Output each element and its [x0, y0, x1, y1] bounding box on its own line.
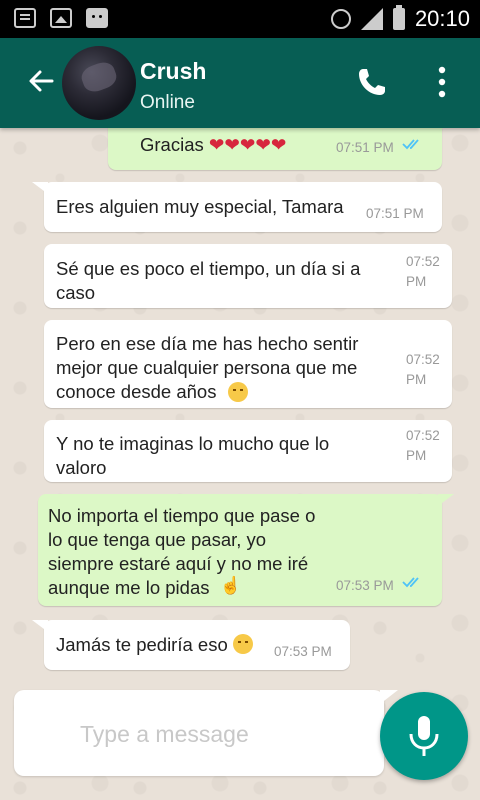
message-text: Gracias	[140, 134, 204, 155]
pensive-face-emoji-icon	[232, 634, 253, 654]
signal-icon	[360, 8, 383, 30]
message-text: Jamás te pediría eso	[56, 634, 228, 655]
message-time: 07:53 PM	[274, 644, 332, 659]
message-time: 07:51 PM	[336, 140, 394, 155]
message-time: 07:52 PM	[406, 254, 440, 289]
contact-name[interactable]: Crush	[140, 58, 206, 85]
message-time: 07:51 PM	[366, 206, 424, 221]
message-text: Eres alguien muy especial, Tamara	[56, 196, 344, 217]
more-options-icon[interactable]	[432, 64, 452, 100]
message-composer	[14, 690, 398, 776]
message-input[interactable]	[78, 714, 372, 754]
pensive-face-emoji-icon	[228, 382, 248, 402]
double-check-read-icon	[402, 139, 419, 150]
message-bubble-incoming[interactable]: Pero en ese día me has hecho sentir mejo…	[44, 320, 452, 408]
message-bubble-incoming[interactable]: Eres alguien muy especial, Tamara 07:51 …	[32, 182, 442, 232]
microphone-icon	[409, 716, 439, 756]
message-time: 07:53 PM	[336, 578, 394, 593]
message-text: Y no te imaginas lo mucho que lo valoro	[56, 433, 330, 478]
message-text: No importa el tiempo que pase o lo que t…	[48, 505, 316, 598]
back-arrow-icon[interactable]	[26, 66, 56, 96]
message-bubble-outgoing[interactable]: No importa el tiempo que pase o lo que t…	[38, 494, 454, 606]
chat-header: Crush Online	[0, 38, 480, 128]
heart-emoji-icons: ❤❤❤❤❤	[208, 134, 287, 155]
contact-status: Online	[140, 92, 195, 113]
message-bubble-incoming[interactable]: Sé que es poco el tiempo, un día si a ca…	[44, 244, 452, 308]
message-text: Pero en ese día me has hecho sentir mejo…	[56, 333, 359, 402]
image-notification-icon	[50, 8, 72, 28]
message-bubble-incoming[interactable]: Jamás te pediría eso 07:53 PM	[32, 620, 350, 670]
message-time: 07:52 PM	[406, 428, 440, 463]
bbm-notification-icon	[86, 8, 108, 28]
voice-record-button[interactable]	[380, 692, 468, 780]
message-time: 07:52 PM	[406, 352, 440, 387]
status-bar: 20:10	[0, 0, 480, 38]
contact-avatar[interactable]	[62, 46, 136, 120]
battery-icon	[392, 5, 405, 30]
pointing-up-emoji-icon: ☝	[220, 576, 242, 595]
status-clock: 20:10	[414, 6, 470, 31]
message-notification-icon	[14, 8, 36, 28]
alarm-icon	[330, 9, 351, 29]
phone-icon[interactable]	[356, 66, 388, 98]
double-check-read-icon	[402, 577, 419, 588]
message-text: Sé que es poco el tiempo, un día si a ca…	[56, 258, 361, 303]
message-bubble-incoming[interactable]: Y no te imaginas lo mucho que lo valoro …	[44, 420, 452, 482]
